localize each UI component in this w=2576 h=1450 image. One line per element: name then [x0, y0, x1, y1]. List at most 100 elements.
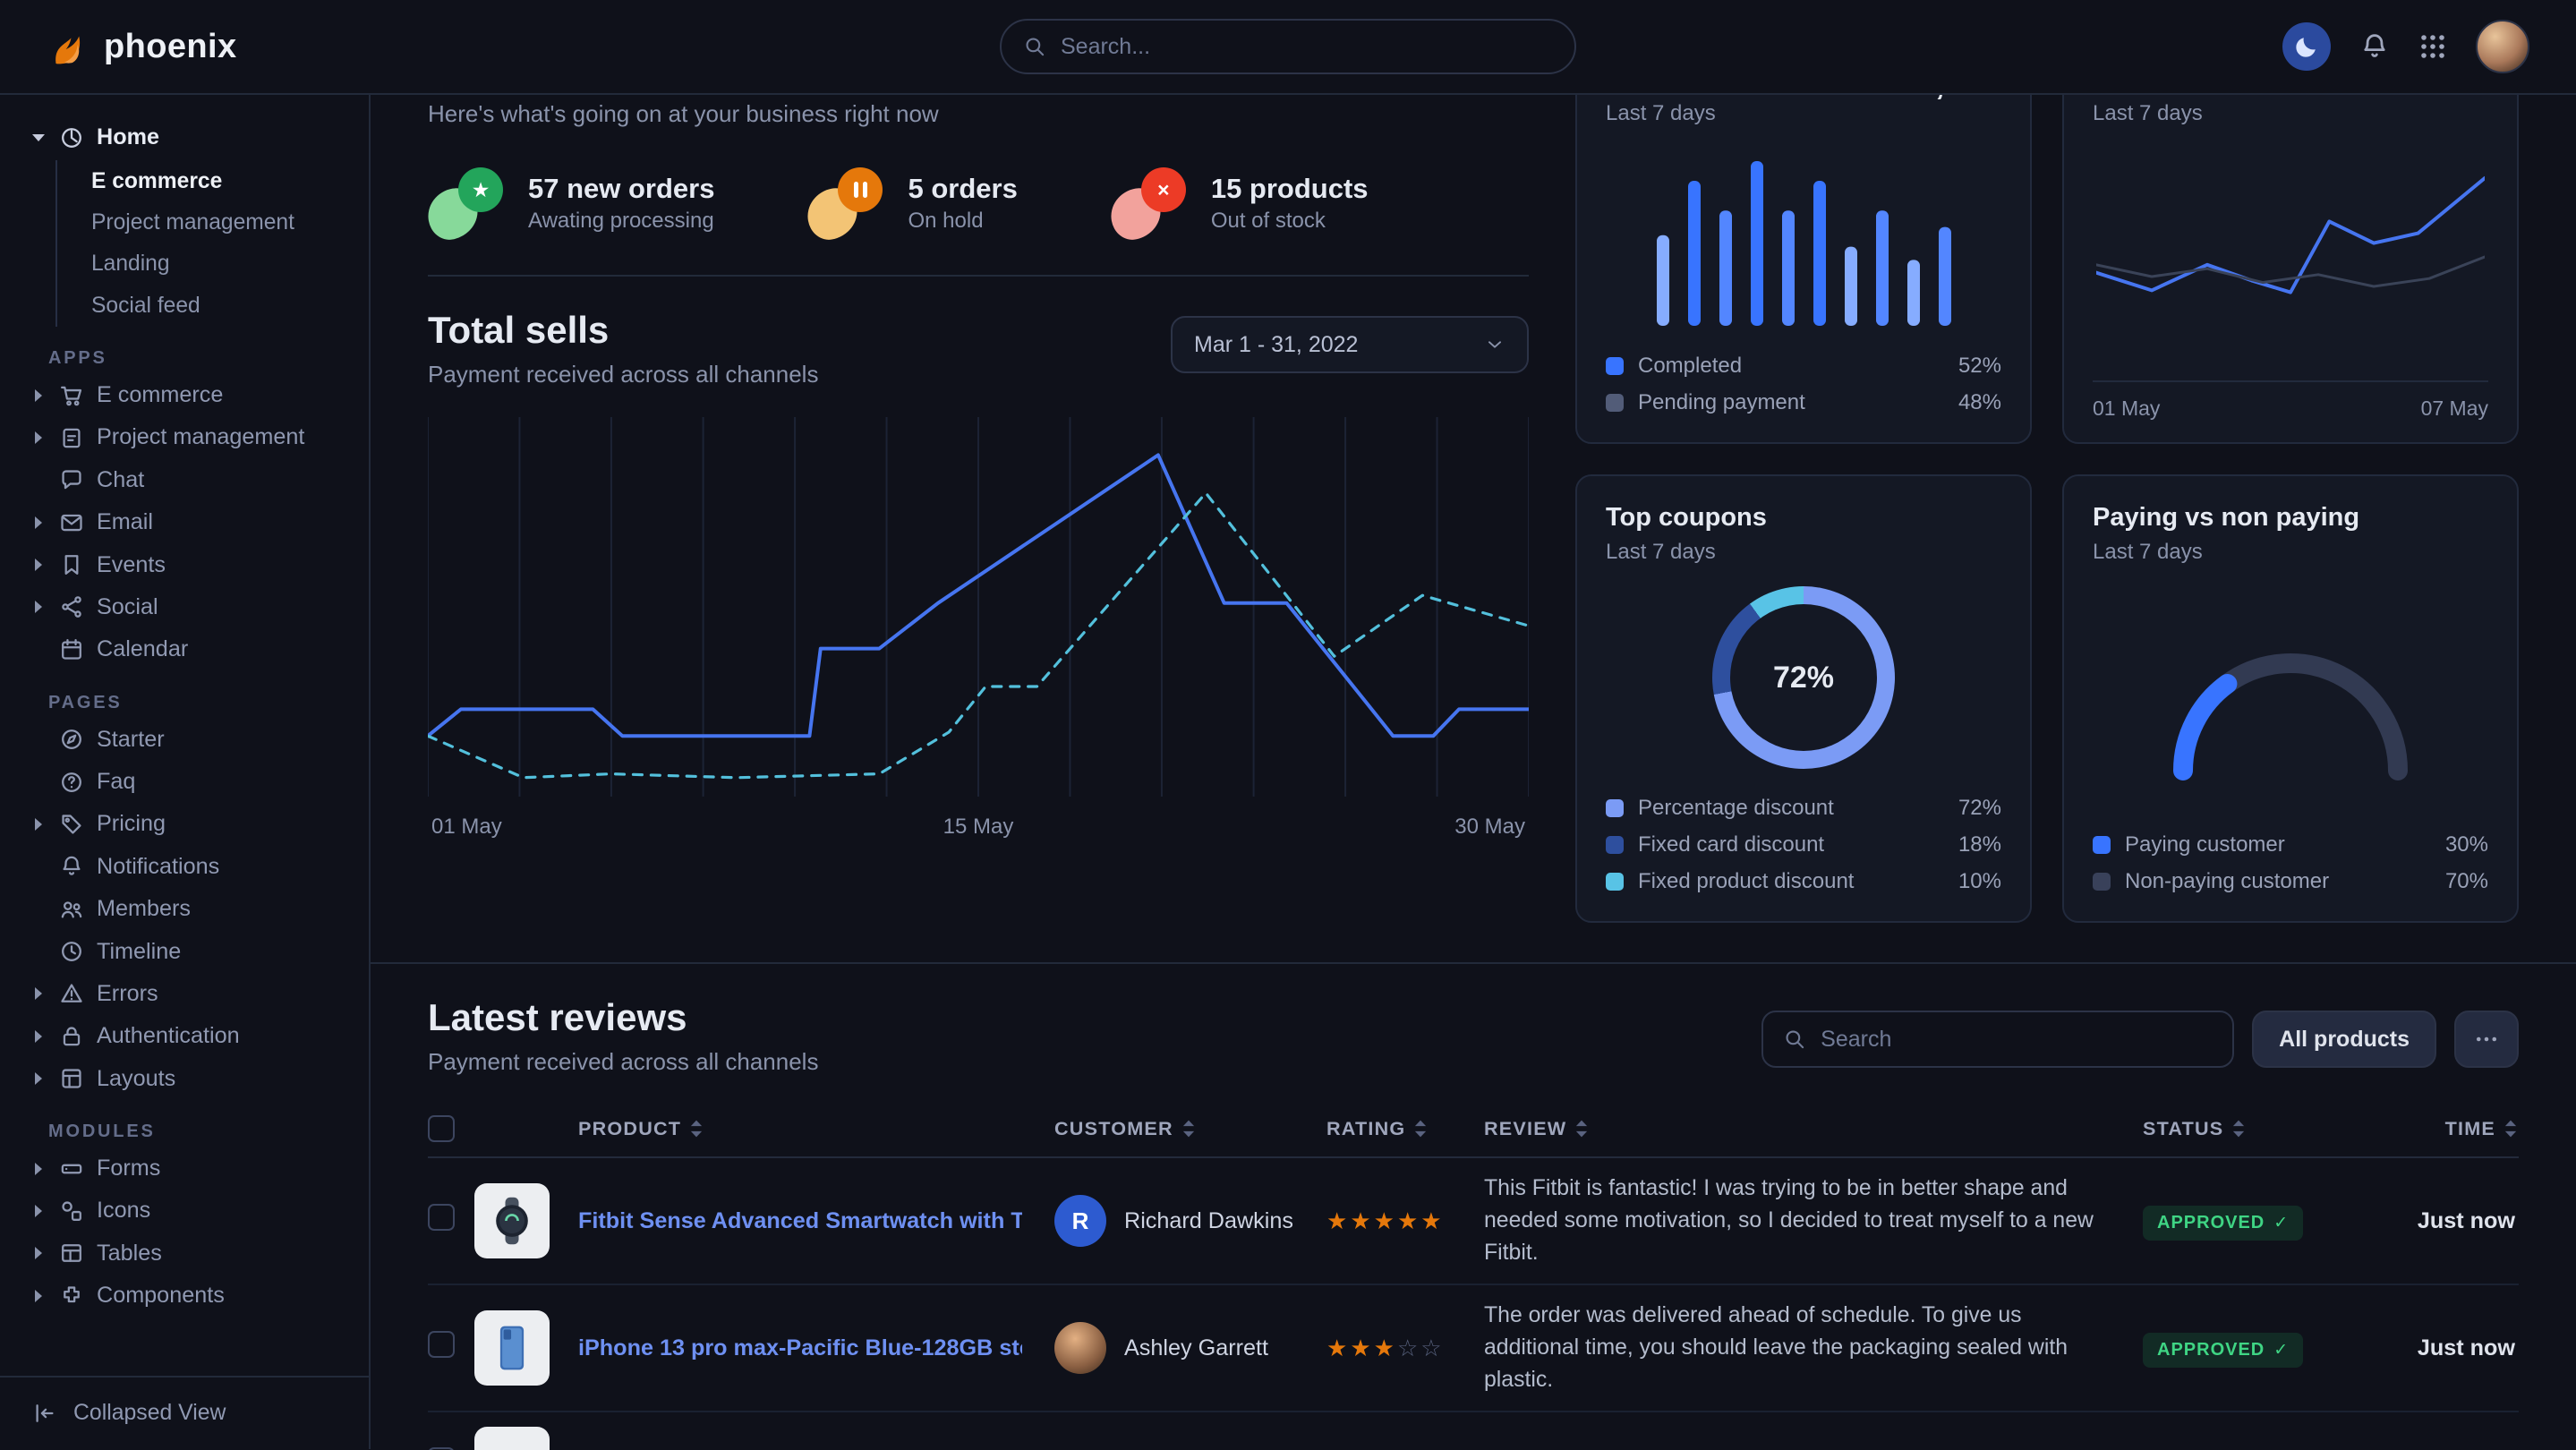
tag-icon: [59, 812, 84, 837]
review-row: [428, 1412, 2519, 1450]
apps-menu-button[interactable]: [2418, 32, 2447, 61]
more-options-button[interactable]: [2454, 1011, 2519, 1068]
page-subtitle: Here's what's going on at your business …: [428, 100, 1529, 128]
x-axis-label: 15 May: [943, 815, 1014, 840]
caret-spacer: [30, 943, 47, 960]
sidebar-item-layouts[interactable]: Layouts: [0, 1058, 369, 1100]
question-icon: [59, 770, 84, 795]
customer-avatar: R: [1054, 1195, 1106, 1247]
customer-avatar: [1054, 1322, 1106, 1374]
stat-caption: Out of stock: [1211, 209, 1369, 234]
alert-icon: [59, 981, 84, 1006]
sidebar-item-chat[interactable]: Chat: [0, 459, 369, 501]
new-customers-line-chart: [2096, 158, 2485, 362]
date-range-select[interactable]: Mar 1 - 31, 2022: [1171, 316, 1529, 373]
column-header-time[interactable]: TIME: [2354, 1117, 2519, 1140]
product-link[interactable]: Fitbit Sense Advanced Smartwatch with To…: [578, 1208, 1022, 1234]
sidebar-item-authentication[interactable]: Authentication: [0, 1015, 369, 1057]
sidebar-item-social-feed[interactable]: Social feed: [57, 286, 369, 327]
pause-icon: [807, 167, 886, 239]
reviews-actions: All products: [1761, 1011, 2519, 1068]
sidebar-item-starter[interactable]: Starter: [0, 719, 369, 761]
status-badge: APPROVED✓: [2143, 1333, 2303, 1368]
card-period: Last 7 days: [2093, 540, 2359, 565]
paying-gauge-chart: [2093, 590, 2488, 816]
stat-value: 5 orders: [908, 173, 1017, 205]
sidebar-item-calendar[interactable]: Calendar: [0, 628, 369, 670]
column-header-status[interactable]: STATUS: [2143, 1117, 2354, 1140]
stats-row: ★ 57 new ordersAwating processing 5 orde…: [428, 167, 1529, 239]
all-products-button[interactable]: All products: [2252, 1011, 2436, 1068]
sidebar-nav: HomeE commerceProject managementLandingS…: [0, 95, 369, 1376]
table-header-row: PRODUCTCUSTOMERRATINGREVIEWSTATUSTIME: [428, 1101, 2519, 1158]
sidebar-item-faq[interactable]: Faq: [0, 761, 369, 803]
moon-icon: [2294, 34, 2319, 59]
notifications-button[interactable]: [2359, 31, 2390, 62]
rating-stars: ★★★☆☆: [1326, 1335, 1484, 1362]
sidebar-item-project-management[interactable]: Project management: [57, 202, 369, 243]
sidebar-heading-apps: APPS: [48, 348, 369, 369]
sidebar-item-pricing[interactable]: Pricing: [0, 803, 369, 845]
chevron-right-icon: [30, 1070, 47, 1087]
product-thumbnail-watch[interactable]: [474, 1183, 550, 1258]
sidebar-item-events[interactable]: Events: [0, 543, 369, 585]
sidebar-item-members[interactable]: Members: [0, 888, 369, 930]
sort-icon: [1412, 1117, 1429, 1140]
chevron-down-icon: [30, 130, 47, 146]
sidebar-item-errors[interactable]: Errors: [0, 973, 369, 1015]
row-checkbox[interactable]: [428, 1331, 455, 1358]
sidebar-item-timeline[interactable]: Timeline: [0, 930, 369, 972]
sidebar-item-e-commerce[interactable]: E commerce: [57, 160, 369, 201]
theme-toggle-button[interactable]: [2282, 22, 2331, 71]
sidebar-item-social[interactable]: Social: [0, 586, 369, 628]
user-avatar[interactable]: [2476, 20, 2529, 73]
total-sells-header: Total sells Payment received across all …: [428, 309, 1529, 388]
rating-stars: ★★★★★: [1326, 1207, 1484, 1235]
sidebar-item-home[interactable]: Home: [0, 116, 369, 158]
sidebar-item-notifications[interactable]: Notifications: [0, 846, 369, 888]
column-header-review[interactable]: REVIEW: [1484, 1117, 2143, 1140]
sidebar-submenu: E commerceProject managementLandingSocia…: [55, 160, 369, 327]
reviews-table: PRODUCTCUSTOMERRATINGREVIEWSTATUSTIME Fi…: [428, 1101, 2519, 1450]
sidebar-item-icons[interactable]: Icons: [0, 1190, 369, 1232]
dashboard-left-column: Ecommerce Dashboard Here's what's going …: [428, 36, 1529, 840]
global-search-input[interactable]: [1061, 34, 1553, 60]
total-sells-chart: [428, 417, 1529, 804]
sidebar-item-project-management[interactable]: Project management: [0, 416, 369, 458]
sidebar-item-forms[interactable]: Forms: [0, 1147, 369, 1190]
product-link[interactable]: iPhone 13 pro max-Pacific Blue-128GB sto…: [578, 1335, 1022, 1361]
sidebar-item-landing[interactable]: Landing: [57, 243, 369, 285]
date-range-value: Mar 1 - 31, 2022: [1194, 332, 1358, 358]
column-header-customer[interactable]: CUSTOMER: [1054, 1117, 1326, 1140]
review-text: The order was delivered ahead of schedul…: [1484, 1300, 2143, 1396]
sidebar-item-e-commerce[interactable]: E commerce: [0, 374, 369, 416]
sort-icon: [688, 1117, 704, 1140]
row-checkbox[interactable]: [428, 1204, 455, 1231]
coupons-legend: Percentage discount72%Fixed card discoun…: [1606, 790, 2001, 900]
chevron-right-icon: [30, 1203, 47, 1219]
form-icon: [59, 1156, 84, 1181]
card-period: Last 7 days: [2093, 101, 2387, 126]
caret-spacer: [30, 472, 47, 488]
product-thumbnail-box[interactable]: [474, 1427, 550, 1450]
sort-icon: [2503, 1117, 2519, 1140]
select-all-checkbox[interactable]: [428, 1115, 455, 1142]
stat-value: 57 new orders: [528, 173, 714, 205]
chevron-right-icon: [30, 1161, 47, 1177]
collapsed-view-label: Collapsed View: [73, 1401, 226, 1426]
sidebar-item-components[interactable]: Components: [0, 1275, 369, 1317]
column-header-rating[interactable]: RATING: [1326, 1117, 1484, 1140]
reviews-search-input[interactable]: [1821, 1027, 2213, 1053]
product-thumbnail-phone[interactable]: [474, 1310, 550, 1386]
sidebar-item-email[interactable]: Email: [0, 501, 369, 543]
caret-spacer: [30, 901, 47, 917]
sidebar-item-tables[interactable]: Tables: [0, 1232, 369, 1275]
card-period: Last 7 days: [1606, 101, 1840, 126]
x-axis-label: 07 May: [2421, 397, 2488, 421]
summary-cards: Total orders -6.8% Last 7 days 16,247 Co…: [1575, 36, 2519, 923]
search-icon: [1023, 35, 1046, 58]
review-row: iPhone 13 pro max-Pacific Blue-128GB sto…: [428, 1285, 2519, 1412]
collapsed-view-toggle[interactable]: Collapsed View: [0, 1376, 369, 1449]
brand[interactable]: phoenix: [47, 24, 236, 69]
column-header-product[interactable]: PRODUCT: [578, 1117, 1054, 1140]
